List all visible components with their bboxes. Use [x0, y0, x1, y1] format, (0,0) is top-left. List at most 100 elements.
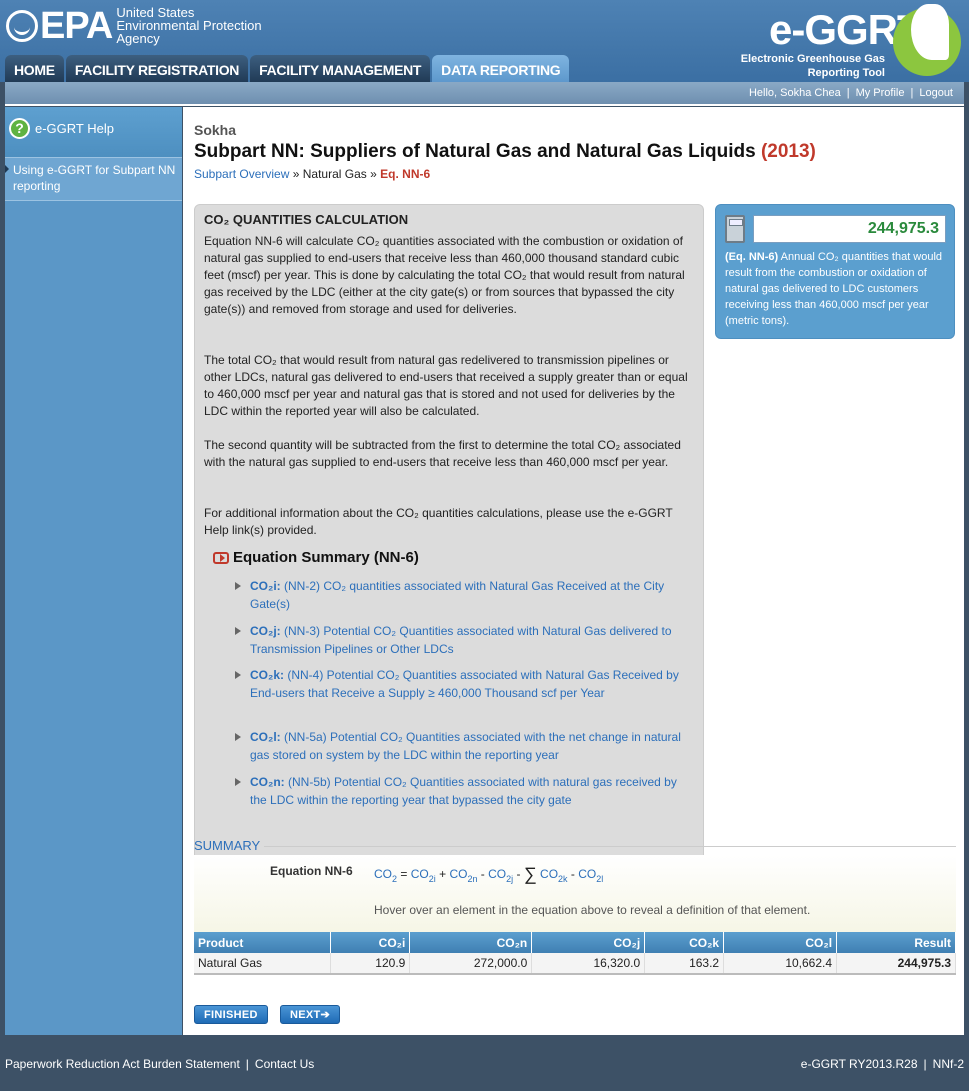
eq-term-co2j[interactable]: CO2j — [488, 867, 514, 884]
eq-term-co2[interactable]: CO2 — [374, 867, 398, 884]
user-bar: Hello, Sokha Chea | My Profile | Logout — [5, 82, 964, 106]
equation-code: CO₂i: — [250, 579, 281, 593]
user-greeting: Hello, Sokha Chea — [748, 87, 841, 99]
result-panel: 244,975.3 (Eq. NN-6) Annual CO₂ quantiti… — [715, 204, 955, 339]
calculation-panel: CO₂ QUANTITIES CALCULATION Equation NN-6… — [194, 204, 704, 917]
col-product: Product — [194, 932, 332, 953]
sidebar-item-subpart-nn-help[interactable]: Using e-GGRT for Subpart NN reporting — [5, 157, 182, 201]
table-header-row: Product CO₂i CO₂n CO₂j CO₂k CO₂l Result — [194, 932, 956, 953]
eq-co: CO — [374, 867, 392, 881]
separator: | — [910, 87, 914, 99]
epa-agency-name: United States Environmental Protection A… — [116, 6, 261, 45]
equation-desc: (NN-2) CO₂ quantities associated with Na… — [250, 579, 665, 611]
equation-link-co2i[interactable]: CO₂i: (NN-2) CO₂ quantities associated w… — [232, 577, 682, 613]
site-header: EPA United States Environmental Protecti… — [0, 0, 969, 83]
title-text: Subpart NN: Suppliers of Natural Gas and… — [194, 141, 756, 162]
finished-button[interactable]: FINISHED — [194, 1005, 268, 1024]
paperwork-link[interactable]: Paperwork Reduction Act Burden Statement — [5, 1057, 240, 1071]
summary-table: Product CO₂i CO₂n CO₂j CO₂k CO₂l Result … — [194, 932, 956, 975]
equation: CO2 = CO2i + CO2n - CO2j - ∑ CO2k - CO2l — [374, 864, 603, 885]
logout-link[interactable]: Logout — [919, 87, 953, 99]
eq-equals: = — [400, 867, 408, 881]
calc-paragraph-3: The second quantity will be subtracted f… — [204, 438, 681, 469]
eggrt-tagline: Electronic Greenhouse Gas Reporting Tool — [741, 52, 885, 80]
result-value: 244,975.3 — [753, 215, 946, 243]
cell-co2i: 120.9 — [330, 953, 411, 975]
equation-link-co2k[interactable]: CO₂k: (NN-4) Potential CO₂ Quantities as… — [232, 666, 682, 702]
summary-label: SUMMARY — [194, 838, 261, 853]
tab-home[interactable]: HOME — [5, 55, 64, 83]
eq-term-co2l[interactable]: CO2l — [578, 867, 603, 884]
my-profile-link[interactable]: My Profile — [856, 87, 905, 99]
eq-sub: 2i — [428, 874, 436, 884]
eq-minus: - — [570, 867, 575, 881]
result-description: (Eq. NN-6) Annual CO₂ quantities that wo… — [725, 249, 951, 329]
equation-link-co2l[interactable]: CO₂l: (NN-5a) Potential CO₂ Quantities a… — [232, 728, 682, 764]
sidebar: ? e-GGRT Help Using e-GGRT for Subpart N… — [5, 107, 182, 1035]
contact-link[interactable]: Contact Us — [255, 1057, 314, 1071]
equation-desc: (NN-4) Potential CO₂ Quantities associat… — [250, 668, 679, 700]
cell-co2l: 10,662.4 — [723, 953, 838, 975]
page-code: NNf-2 — [932, 1057, 964, 1071]
breadcrumb: Subpart Overview » Natural Gas » Eq. NN-… — [194, 167, 430, 181]
table-row: Natural Gas 120.9 272,000.0 16,320.0 163… — [194, 953, 956, 975]
equation-link-co2j[interactable]: CO₂j: (NN-3) Potential CO₂ Quantities as… — [232, 622, 682, 658]
equation-code: CO₂l: — [250, 730, 281, 744]
eggrt-logo: e-GGRT Electronic Greenhouse Gas Reporti… — [731, 4, 961, 80]
cell-co2j: 16,320.0 — [531, 953, 646, 975]
calc-paragraph-4: For additional information about the CO₂… — [204, 506, 673, 537]
reporting-year: (2013) — [760, 141, 816, 162]
summary-divider — [264, 846, 956, 847]
main-content: Sokha Subpart NN: Suppliers of Natural G… — [183, 107, 964, 1035]
result-eq-label: (Eq. NN-6) — [725, 251, 779, 263]
separator: | — [923, 1057, 927, 1071]
col-co2n: CO₂n — [409, 932, 533, 953]
calc-heading: CO₂ QUANTITIES CALCULATION — [204, 212, 409, 227]
tab-data-reporting[interactable]: DATA REPORTING — [432, 55, 570, 83]
eq-sub: 2j — [506, 874, 514, 884]
tab-facility-management[interactable]: FACILITY MANAGEMENT — [250, 55, 431, 83]
separator: | — [245, 1057, 249, 1071]
equation-desc: (NN-5b) Potential CO₂ Quantities associa… — [250, 775, 677, 807]
eq-term-co2n[interactable]: CO2n — [449, 867, 478, 884]
col-result: Result — [836, 932, 956, 953]
eq-term-co2i[interactable]: CO2i — [411, 867, 436, 884]
epa-wordmark: EPA — [40, 4, 113, 47]
breadcrumb-subpart-overview[interactable]: Subpart Overview — [194, 167, 289, 181]
eq-co: CO — [449, 867, 468, 881]
help-icon: ? — [9, 118, 30, 139]
equation-code: CO₂k: — [250, 668, 285, 682]
eq-sub: 2 — [392, 874, 398, 884]
equation-summary-label: Equation Summary (NN-6) — [233, 549, 419, 566]
help-link[interactable]: ? e-GGRT Help — [5, 107, 182, 157]
breadcrumb-sep: » — [370, 167, 377, 181]
eggrt-tagline-2: Reporting Tool — [807, 67, 885, 79]
page-title: Subpart NN: Suppliers of Natural Gas and… — [194, 141, 816, 163]
equation-label: Equation NN-6 — [270, 864, 353, 878]
egret-icon — [893, 4, 961, 76]
calculator-icon — [725, 215, 745, 243]
equation-icon — [213, 551, 229, 564]
separator: | — [846, 87, 850, 99]
footer-links: Paperwork Reduction Act Burden Statement… — [5, 1057, 314, 1071]
epa-logo[interactable]: EPA United States Environmental Protecti… — [6, 6, 262, 45]
cell-product: Natural Gas — [194, 953, 332, 975]
col-co2k: CO₂k — [644, 932, 725, 953]
eq-co: CO — [540, 867, 559, 881]
col-co2j: CO₂j — [531, 932, 646, 953]
epa-seal-icon — [6, 9, 38, 42]
eq-sigma: ∑ — [523, 864, 537, 884]
tab-facility-registration[interactable]: FACILITY REGISTRATION — [65, 55, 249, 83]
help-label: e-GGRT Help — [35, 121, 114, 136]
equation-link-co2n[interactable]: CO₂n: (NN-5b) Potential CO₂ Quantities a… — [232, 773, 682, 809]
col-co2i: CO₂i — [330, 932, 411, 953]
next-button[interactable]: NEXT➔ — [280, 1005, 341, 1024]
calc-paragraph-2: The total CO₂ that would result from nat… — [204, 353, 688, 418]
eq-sub: 2k — [558, 874, 568, 884]
eq-sub: 2n — [467, 874, 478, 884]
breadcrumb-sep: » — [292, 167, 300, 181]
hover-hint: Hover over an element in the equation ab… — [374, 903, 811, 917]
equation-code: CO₂n: — [250, 775, 285, 789]
calc-paragraph-1: Equation NN-6 will calculate CO₂ quantit… — [204, 234, 685, 316]
eq-term-co2k[interactable]: CO2k — [540, 867, 568, 884]
